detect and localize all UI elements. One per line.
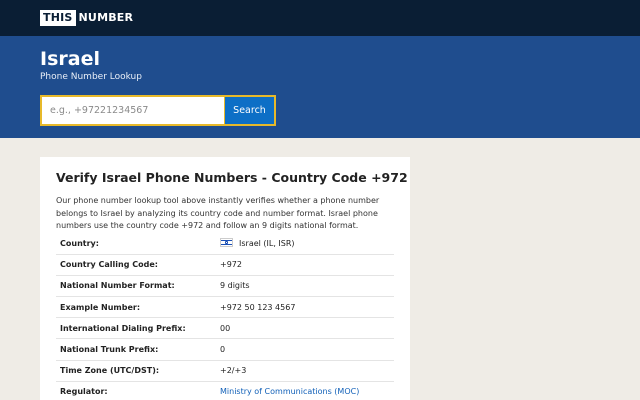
row-value-number-format: 9 digits [220, 275, 394, 298]
page-title: Israel [40, 48, 100, 70]
row-value-regulator: Ministry of Communications (MOC) [220, 381, 394, 400]
row-label-dialing-prefix: International Dialing Prefix: [56, 317, 220, 340]
row-value-example-number: +972 50 123 4567 [220, 296, 394, 319]
logo-rest-text: NUMBER [78, 11, 134, 24]
country-name: Israel (IL, ISR) [239, 239, 295, 249]
israel-flag-icon [220, 238, 233, 248]
hero-banner: Israel Phone Number Lookup Search [0, 36, 640, 138]
row-label-regulator: Regulator: [56, 381, 220, 400]
page-subtitle: Phone Number Lookup [40, 72, 142, 82]
site-logo[interactable]: THIS NUMBER [40, 10, 133, 26]
phone-search-input[interactable] [42, 97, 224, 124]
table-row: Country: Israel (IL, ISR) [56, 233, 394, 255]
card-description: Our phone number lookup tool above insta… [56, 196, 380, 230]
info-card: Verify Israel Phone Numbers - Country Co… [40, 157, 410, 400]
row-value-trunk-prefix: 0 [220, 338, 394, 361]
country-info-table: Country: Israel (IL, ISR) Country Callin… [56, 233, 394, 400]
row-value-time-zone: +2/+3 [220, 360, 394, 382]
row-label-time-zone: Time Zone (UTC/DST): [56, 360, 220, 382]
table-row: International Dialing Prefix: 00 [56, 317, 394, 340]
table-row: Example Number: +972 50 123 4567 [56, 296, 394, 319]
regulator-link[interactable]: Ministry of Communications (MOC) [220, 387, 359, 396]
table-row: National Trunk Prefix: 0 [56, 338, 394, 361]
row-value-dialing-prefix: 00 [220, 317, 394, 340]
row-label-calling-code: Country Calling Code: [56, 254, 220, 276]
table-row: Country Calling Code: +972 [56, 254, 394, 276]
table-row: Time Zone (UTC/DST): +2/+3 [56, 360, 394, 382]
search-form: Search [40, 95, 276, 126]
row-label-number-format: National Number Format: [56, 275, 220, 298]
row-label-trunk-prefix: National Trunk Prefix: [56, 338, 220, 361]
row-label-country: Country: [56, 233, 220, 255]
search-button[interactable]: Search [224, 97, 274, 124]
card-heading: Verify Israel Phone Numbers - Country Co… [56, 170, 408, 185]
table-row: National Number Format: 9 digits [56, 275, 394, 298]
logo-box-text: THIS [40, 10, 76, 26]
top-navigation-bar: THIS NUMBER [0, 0, 640, 36]
row-label-example-number: Example Number: [56, 296, 220, 319]
row-value-country: Israel (IL, ISR) [220, 233, 394, 255]
row-value-calling-code: +972 [220, 254, 394, 276]
table-row: Regulator: Ministry of Communications (M… [56, 381, 394, 400]
